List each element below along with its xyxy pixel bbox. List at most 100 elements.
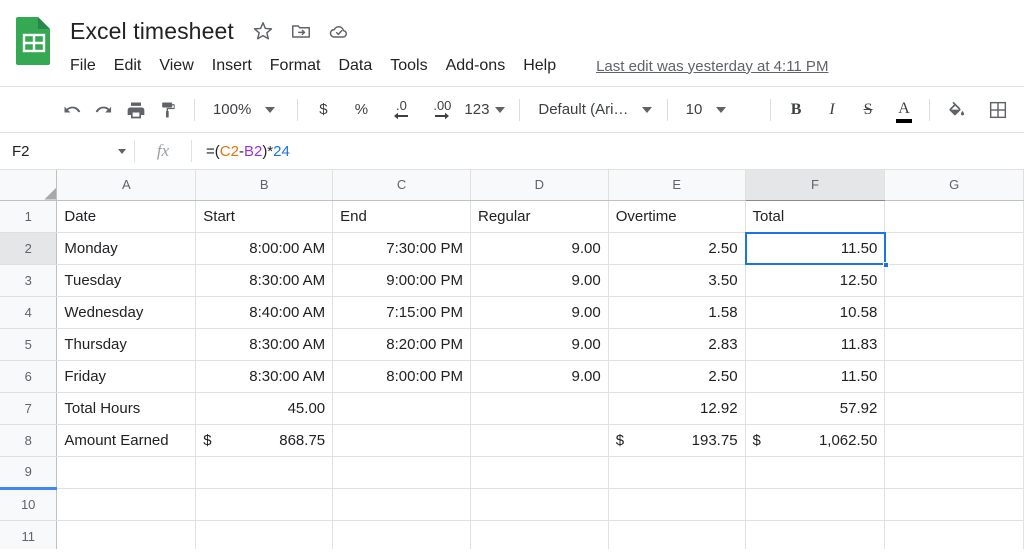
column-header-g[interactable]: G <box>885 170 1024 200</box>
cell-f11[interactable] <box>745 520 885 549</box>
cell-c9[interactable] <box>333 456 471 488</box>
fill-color-icon[interactable] <box>940 94 972 126</box>
percent-format-button[interactable]: % <box>346 94 376 126</box>
menu-item-view[interactable]: View <box>159 55 202 77</box>
column-header-a[interactable]: A <box>57 170 196 200</box>
cell-e9[interactable] <box>608 456 745 488</box>
cell-e8[interactable]: $193.75 <box>608 424 745 456</box>
cell-g5[interactable] <box>885 328 1024 360</box>
cell-d10[interactable] <box>470 488 608 520</box>
cell-c2[interactable]: 7:30:00 PM <box>333 232 471 264</box>
cell-c4[interactable]: 7:15:00 PM <box>333 296 471 328</box>
italic-button[interactable]: I <box>817 94 847 126</box>
row-header-8[interactable]: 8 <box>0 424 57 456</box>
cell-a3[interactable]: Tuesday <box>57 264 196 296</box>
cell-b8[interactable]: $868.75 <box>196 424 333 456</box>
cell-c3[interactable]: 9:00:00 PM <box>333 264 471 296</box>
cell-a11[interactable] <box>57 520 196 549</box>
cell-e5[interactable]: 2.83 <box>608 328 745 360</box>
cell-a4[interactable]: Wednesday <box>57 296 196 328</box>
cell-a1[interactable]: Date <box>57 200 196 232</box>
cell-e4[interactable]: 1.58 <box>608 296 745 328</box>
cell-c10[interactable] <box>333 488 471 520</box>
text-color-button[interactable]: A <box>889 94 919 126</box>
cell-f8[interactable]: $1,062.50 <box>745 424 885 456</box>
cloud-saved-icon[interactable] <box>328 20 350 42</box>
undo-icon[interactable] <box>56 94 88 126</box>
font-family-selector[interactable]: Default (Ari… <box>530 95 656 125</box>
decrease-decimal-button[interactable]: .0 <box>384 94 418 126</box>
row-header-10[interactable]: 10 <box>0 488 57 520</box>
column-header-b[interactable]: B <box>196 170 333 200</box>
menu-item-format[interactable]: Format <box>270 55 330 77</box>
page-title[interactable]: Excel timesheet <box>70 18 234 45</box>
formula-input[interactable]: =(C2-B2)*24 <box>192 133 1024 169</box>
cell-g7[interactable] <box>885 392 1024 424</box>
cell-g1[interactable] <box>885 200 1024 232</box>
cell-c6[interactable]: 8:00:00 PM <box>333 360 471 392</box>
cell-f1[interactable]: Total <box>745 200 885 232</box>
cell-d9[interactable] <box>470 456 608 488</box>
cell-g4[interactable] <box>885 296 1024 328</box>
cell-c11[interactable] <box>333 520 471 549</box>
cell-e7[interactable]: 12.92 <box>608 392 745 424</box>
font-size-selector[interactable]: 10 <box>678 95 760 125</box>
menu-item-data[interactable]: Data <box>338 55 381 77</box>
row-header-4[interactable]: 4 <box>0 296 57 328</box>
zoom-selector[interactable]: 100% <box>205 95 287 125</box>
cell-b5[interactable]: 8:30:00 AM <box>196 328 333 360</box>
cell-e10[interactable] <box>608 488 745 520</box>
menu-item-tools[interactable]: Tools <box>390 55 436 77</box>
move-to-folder-icon[interactable] <box>290 20 312 42</box>
cell-c5[interactable]: 8:20:00 PM <box>333 328 471 360</box>
more-formats-selector[interactable]: 123 <box>460 95 509 125</box>
column-header-f[interactable]: F <box>745 170 885 200</box>
menu-item-insert[interactable]: Insert <box>212 55 261 77</box>
cell-d6[interactable]: 9.00 <box>470 360 608 392</box>
cell-b2[interactable]: 8:00:00 AM <box>196 232 333 264</box>
cell-g3[interactable] <box>885 264 1024 296</box>
star-icon[interactable] <box>252 20 274 42</box>
borders-icon[interactable] <box>982 94 1014 126</box>
cell-b9[interactable] <box>196 456 333 488</box>
cell-d11[interactable] <box>470 520 608 549</box>
cell-a2[interactable]: Monday <box>57 232 196 264</box>
cell-d2[interactable]: 9.00 <box>470 232 608 264</box>
cell-a5[interactable]: Thursday <box>57 328 196 360</box>
cell-d8[interactable] <box>470 424 608 456</box>
cell-d7[interactable] <box>470 392 608 424</box>
column-header-e[interactable]: E <box>608 170 745 200</box>
paint-format-icon[interactable] <box>152 94 184 126</box>
bold-button[interactable]: B <box>781 94 811 126</box>
cell-e1[interactable]: Overtime <box>608 200 745 232</box>
cell-f7[interactable]: 57.92 <box>745 392 885 424</box>
cell-g8[interactable] <box>885 424 1024 456</box>
currency-format-button[interactable]: $ <box>308 94 338 126</box>
cell-b11[interactable] <box>196 520 333 549</box>
increase-decimal-button[interactable]: .00 <box>424 94 460 126</box>
cell-f2[interactable]: 11.50 <box>745 232 885 264</box>
strikethrough-button[interactable]: S <box>853 94 883 126</box>
cell-g11[interactable] <box>885 520 1024 549</box>
cell-d4[interactable]: 9.00 <box>470 296 608 328</box>
cell-e3[interactable]: 3.50 <box>608 264 745 296</box>
cell-c1[interactable]: End <box>333 200 471 232</box>
cell-g6[interactable] <box>885 360 1024 392</box>
cell-b6[interactable]: 8:30:00 AM <box>196 360 333 392</box>
fill-handle[interactable] <box>883 262 889 268</box>
cell-g10[interactable] <box>885 488 1024 520</box>
last-edit-link[interactable]: Last edit was yesterday at 4:11 PM <box>596 58 828 75</box>
row-header-9[interactable]: 9 <box>0 456 57 488</box>
select-all-corner[interactable] <box>0 170 57 200</box>
cell-e2[interactable]: 2.50 <box>608 232 745 264</box>
column-header-d[interactable]: D <box>470 170 608 200</box>
menu-item-edit[interactable]: Edit <box>114 55 151 77</box>
cell-f3[interactable]: 12.50 <box>745 264 885 296</box>
menu-item-help[interactable]: Help <box>523 55 565 77</box>
cell-e11[interactable] <box>608 520 745 549</box>
row-header-11[interactable]: 11 <box>0 520 57 549</box>
cell-f4[interactable]: 10.58 <box>745 296 885 328</box>
cell-a10[interactable] <box>57 488 196 520</box>
row-header-7[interactable]: 7 <box>0 392 57 424</box>
cell-g9[interactable] <box>885 456 1024 488</box>
